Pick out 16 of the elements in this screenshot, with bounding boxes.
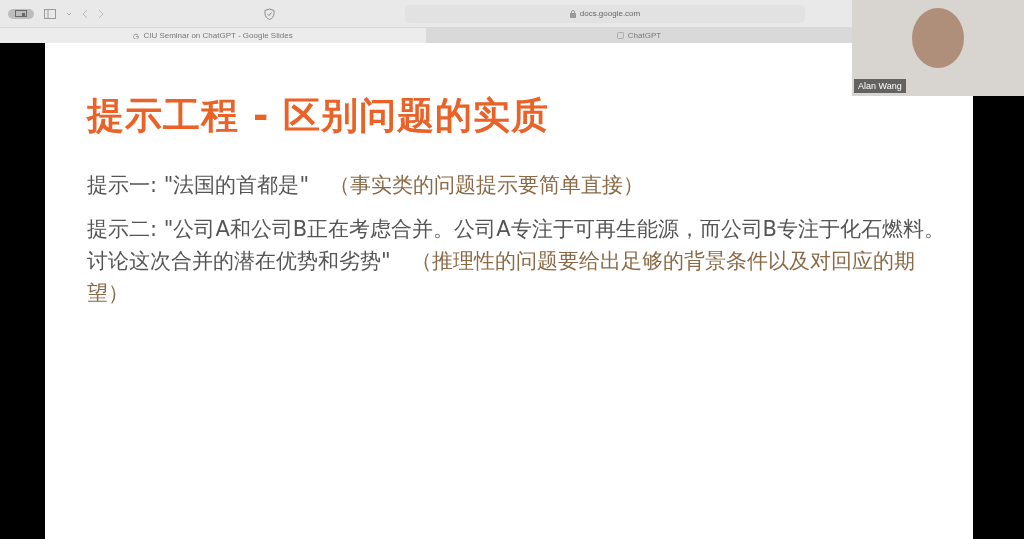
shield-icon[interactable] <box>264 7 275 20</box>
forward-icon[interactable] <box>98 8 104 19</box>
avatar-silhouette <box>912 8 964 68</box>
slide-title: 提示工程 - 区别问题的实质 <box>87 93 550 139</box>
participant-name: Alan Wang <box>854 79 906 93</box>
prompt-paragraph: 提示二: "公司A和公司B正在考虑合并。公司A专注于可再生能源，而公司B专注于化石燃料。讨论这次合并的潜在优势和劣势" （推理性的问题要给出足够的背景条件以及对回应的期望） <box>87 216 946 307</box>
tab-page-icon <box>616 32 624 39</box>
back-icon[interactable] <box>82 8 88 19</box>
sidebar-icon[interactable] <box>44 8 56 19</box>
prompt-paragraph: 提示一: "法国的首都是" （事实类的问题提示要简单直接） <box>87 172 646 199</box>
browser-tab[interactable]: ChatGPT <box>426 28 852 43</box>
google-icon <box>133 32 140 39</box>
address-bar[interactable]: docs.google.com <box>405 4 805 23</box>
lock-icon <box>569 9 576 18</box>
address-text: docs.google.com <box>579 9 641 18</box>
chevron-down-icon[interactable] <box>66 11 72 16</box>
